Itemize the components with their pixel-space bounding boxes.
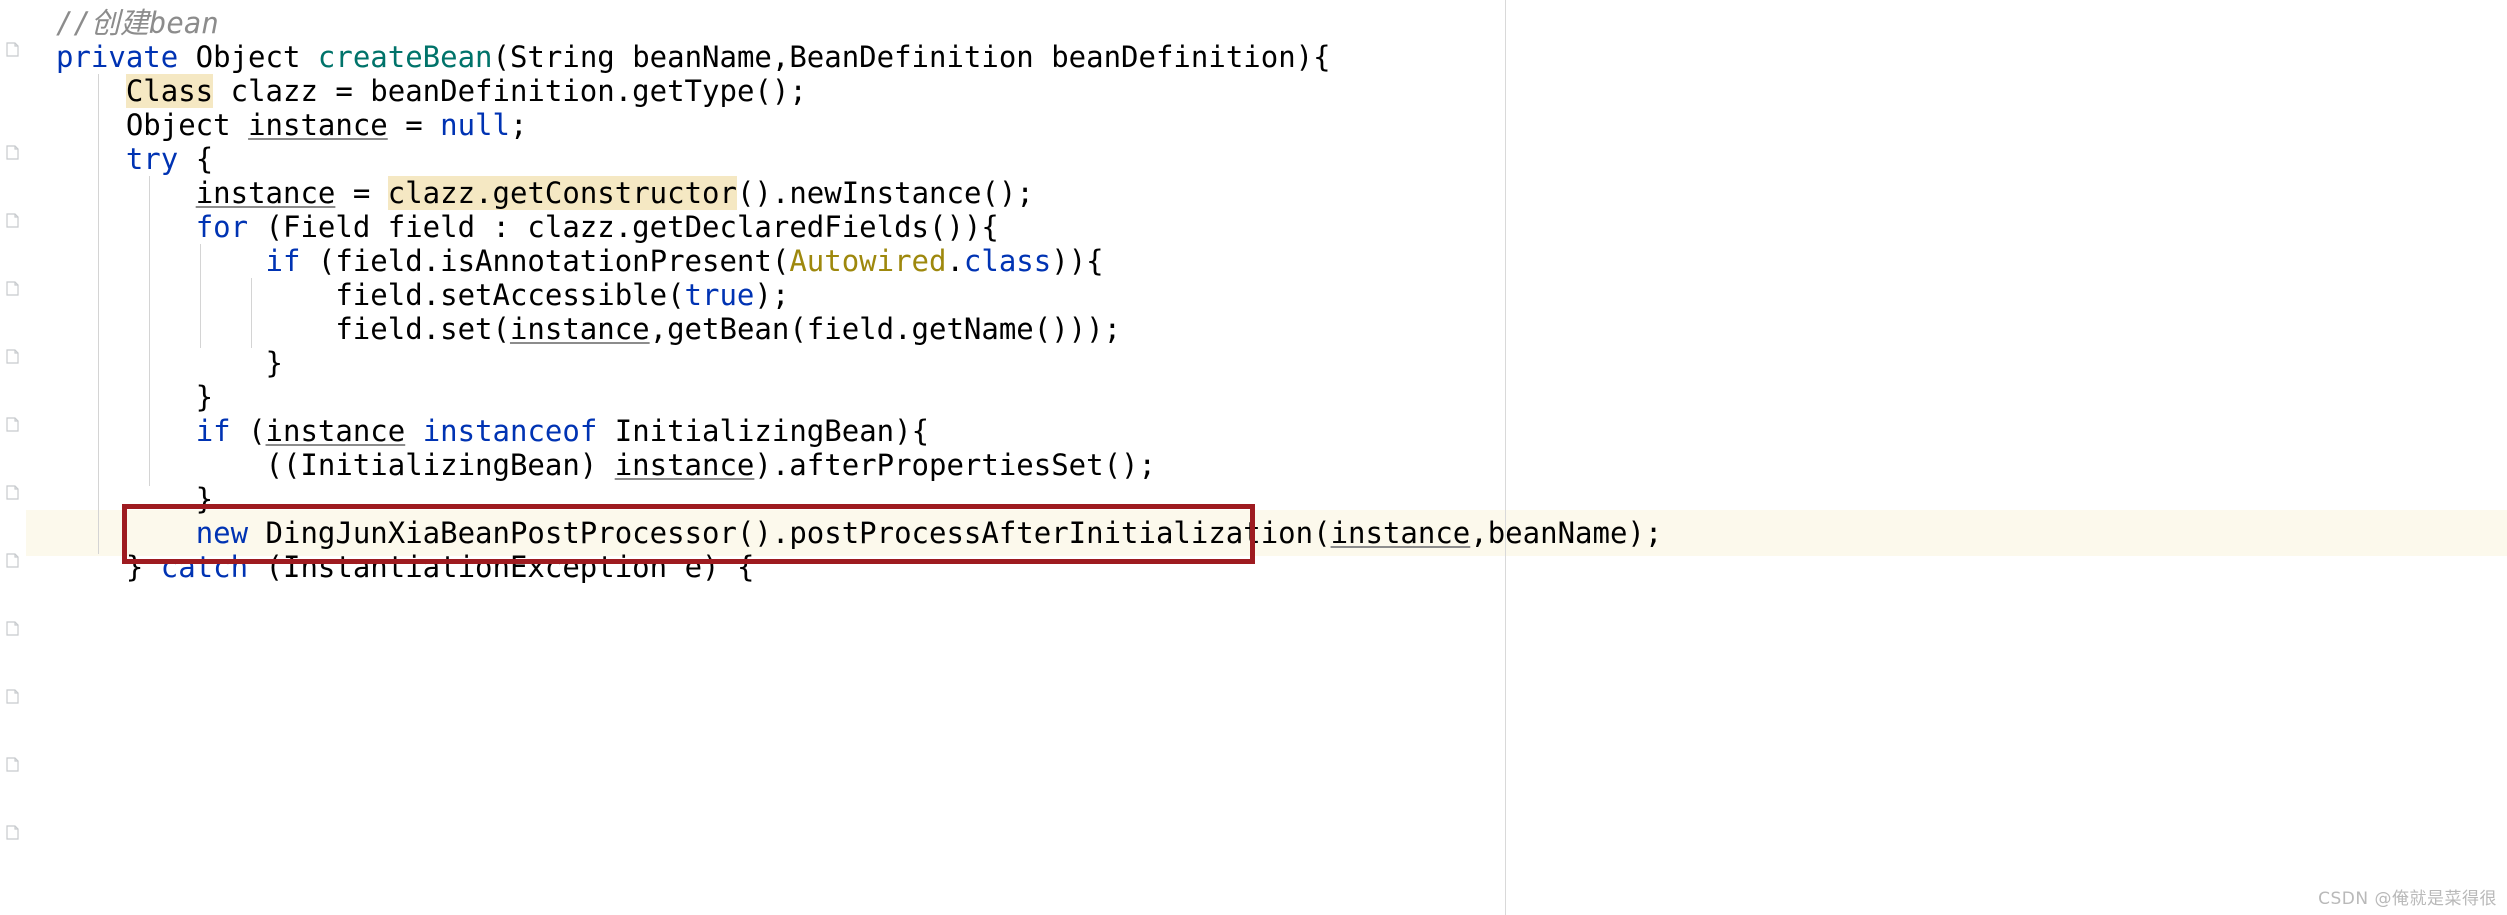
code-token: //创建bean bbox=[56, 6, 219, 40]
code-line-for-fields[interactable]: for (Field field : clazz.getDeclaredFiel… bbox=[56, 210, 999, 244]
fold-region-icon[interactable] bbox=[5, 621, 20, 636]
csdn-watermark: CSDN @俺就是菜得很 bbox=[2318, 889, 2497, 909]
code-token: instance bbox=[1330, 516, 1471, 550]
code-line-declare-clazz[interactable]: Class clazz = beanDefinition.getType(); bbox=[56, 74, 807, 108]
code-line-declare-instance[interactable]: Object instance = null; bbox=[56, 108, 528, 142]
code-token: instance bbox=[509, 312, 650, 346]
fold-region-icon[interactable] bbox=[5, 689, 20, 704]
code-token: ).afterPropertiesSet(); bbox=[754, 448, 1156, 482]
code-token: Object bbox=[56, 108, 249, 142]
code-token: ().newInstance(); bbox=[736, 176, 1034, 210]
code-text-area[interactable]: //创建bean private Object createBean(String… bbox=[0, 0, 2507, 915]
fold-region-icon[interactable] bbox=[5, 281, 20, 296]
code-token: ; bbox=[509, 108, 528, 142]
code-token: catch bbox=[160, 550, 249, 584]
code-token: } bbox=[56, 380, 214, 414]
code-token: )){ bbox=[1051, 244, 1104, 278]
code-token: ,getBean(field.getName())); bbox=[649, 312, 1122, 346]
code-token: instance bbox=[265, 414, 406, 448]
code-token: createBean bbox=[317, 40, 493, 74]
code-line-if-autowired[interactable]: if (field.isAnnotationPresent(Autowired.… bbox=[56, 244, 1104, 278]
code-token: } bbox=[56, 482, 214, 516]
code-token: ( bbox=[230, 414, 266, 448]
code-line-after-properties-set[interactable]: ((InitializingBean) instance).afterPrope… bbox=[56, 448, 1156, 482]
code-line-set-accessible[interactable]: field.setAccessible(true); bbox=[56, 278, 789, 312]
code-token: Class bbox=[125, 74, 214, 108]
fold-region-icon[interactable] bbox=[5, 417, 20, 432]
code-token: instance bbox=[195, 176, 336, 210]
code-token: { bbox=[178, 142, 214, 176]
code-line-method-signature[interactable]: private Object createBean(String beanNam… bbox=[56, 40, 1331, 74]
code-line-catch-instantiation-exception[interactable]: } catch (InstantiationException e) { bbox=[56, 550, 755, 584]
code-token: field.setAccessible( bbox=[56, 278, 685, 312]
code-token: field.set( bbox=[56, 312, 510, 346]
code-line-field-set[interactable]: field.set(instance,getBean(field.getName… bbox=[56, 312, 1121, 346]
code-token: clazz.getConstructor bbox=[387, 176, 737, 210]
code-token: = bbox=[335, 176, 388, 210]
fold-region-icon[interactable] bbox=[5, 825, 20, 840]
code-token: = bbox=[387, 108, 441, 142]
code-token: true bbox=[684, 278, 755, 312]
code-token: private bbox=[56, 40, 179, 74]
code-line-try-open[interactable]: try { bbox=[56, 142, 213, 176]
code-token: InitializingBean){ bbox=[597, 414, 930, 448]
code-token: instance bbox=[248, 108, 388, 142]
code-token: DingJunXiaBeanPostProcessor().postProces… bbox=[248, 516, 1331, 550]
fold-region-icon[interactable] bbox=[5, 553, 20, 568]
code-token: ((InitializingBean) bbox=[56, 448, 615, 482]
code-token: Object bbox=[178, 40, 318, 74]
code-token: (String beanName,BeanDefinition beanDefi… bbox=[492, 40, 1331, 74]
code-token: } bbox=[56, 550, 161, 584]
code-token: try bbox=[125, 142, 179, 176]
code-token: (field.isAnnotationPresent( bbox=[300, 244, 790, 278]
fold-region-icon[interactable] bbox=[5, 42, 20, 57]
editor-right-separator bbox=[1505, 0, 1506, 915]
code-token: . bbox=[946, 244, 964, 278]
code-token: Autowired bbox=[789, 244, 947, 278]
code-token: if bbox=[265, 244, 301, 278]
code-line-close-for[interactable]: } bbox=[56, 380, 213, 414]
code-line-new-instance[interactable]: instance = clazz.getConstructor().newIns… bbox=[56, 176, 1034, 210]
code-token: ,beanName); bbox=[1470, 516, 1663, 550]
fold-region-icon[interactable] bbox=[5, 757, 20, 772]
code-token: instanceof bbox=[422, 414, 598, 448]
code-line-close-if-initializing-bean[interactable]: } bbox=[56, 482, 213, 516]
code-token: (InstantiationException e) { bbox=[248, 550, 755, 584]
code-token: class bbox=[963, 244, 1052, 278]
fold-region-icon[interactable] bbox=[5, 145, 20, 160]
code-token: clazz = beanDefinition.getType(); bbox=[213, 74, 807, 108]
code-editor-screenshot: //创建bean private Object createBean(String… bbox=[0, 0, 2507, 915]
code-token: new bbox=[195, 516, 249, 550]
editor-gutter[interactable] bbox=[0, 0, 26, 915]
code-line-close-if-autowired[interactable]: } bbox=[56, 346, 283, 380]
fold-region-icon[interactable] bbox=[5, 213, 20, 228]
code-token: null bbox=[440, 108, 510, 142]
fold-region-icon[interactable] bbox=[5, 349, 20, 364]
code-token: for bbox=[195, 210, 249, 244]
fold-region-icon[interactable] bbox=[5, 485, 20, 500]
code-line-if-initializing-bean[interactable]: if (instance instanceof InitializingBean… bbox=[56, 414, 929, 448]
code-token: ); bbox=[754, 278, 790, 312]
code-token: (Field field : clazz.getDeclaredFields()… bbox=[248, 210, 999, 244]
code-line-post-process-after-initialization[interactable]: new DingJunXiaBeanPostProcessor().postPr… bbox=[56, 516, 1663, 550]
code-line-comment-create-bean[interactable]: //创建bean bbox=[56, 6, 219, 40]
code-token: if bbox=[195, 414, 231, 448]
code-token: } bbox=[56, 346, 283, 380]
code-token: instance bbox=[614, 448, 755, 482]
